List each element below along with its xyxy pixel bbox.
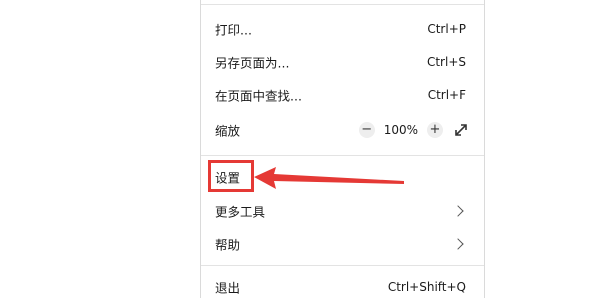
zoom-label: 缩放 [215,123,241,138]
menu-item-zoom: 缩放 − 100% + [201,113,484,146]
zoom-in-button[interactable]: + [427,121,443,138]
chevron-right-icon [452,204,464,217]
menu-item-print[interactable]: 打印... Ctrl+P [201,12,484,45]
menu-item-exit[interactable]: 退出 Ctrl+Shift+Q [201,270,484,298]
menu-item-shortcut: Ctrl+S [426,54,466,69]
browser-app-menu: 打印... Ctrl+P 另存页面为... Ctrl+S 在页面中查找... C… [200,0,485,298]
annotation-highlight-box [208,160,254,192]
menu-item-label: 帮助 [215,237,241,252]
menu-item-help[interactable]: 帮助 [201,227,484,260]
menu-item-label: 另存页面为... [215,55,290,70]
zoom-level: 100% [383,122,418,137]
menu-separator [201,4,484,5]
menu-separator [201,265,484,266]
plus-icon: + [429,122,441,137]
screenshot-stage: 打印... Ctrl+P 另存页面为... Ctrl+S 在页面中查找... C… [0,0,600,298]
menu-separator [201,155,484,156]
menu-item-find-in-page[interactable]: 在页面中查找... Ctrl+F [201,78,484,111]
menu-item-label: 打印... [215,22,252,37]
menu-item-shortcut: Ctrl+P [427,21,466,36]
menu-item-shortcut: Ctrl+F [427,87,466,102]
expand-arrows-icon [455,123,467,136]
menu-item-more-tools[interactable]: 更多工具 [201,194,484,227]
menu-item-label: 在页面中查找... [215,88,302,103]
menu-item-label: 更多工具 [215,204,266,219]
menu-item-label: 退出 [215,280,241,295]
zoom-controls: − 100% + [358,121,470,139]
chevron-right-icon [452,237,464,250]
fullscreen-button[interactable] [452,121,470,139]
zoom-out-button[interactable]: − [358,121,375,138]
minus-icon: − [361,122,373,137]
menu-item-save-page-as[interactable]: 另存页面为... Ctrl+S [201,45,484,78]
annotation-arrow-icon [254,167,404,189]
menu-item-shortcut: Ctrl+Shift+Q [387,279,466,294]
